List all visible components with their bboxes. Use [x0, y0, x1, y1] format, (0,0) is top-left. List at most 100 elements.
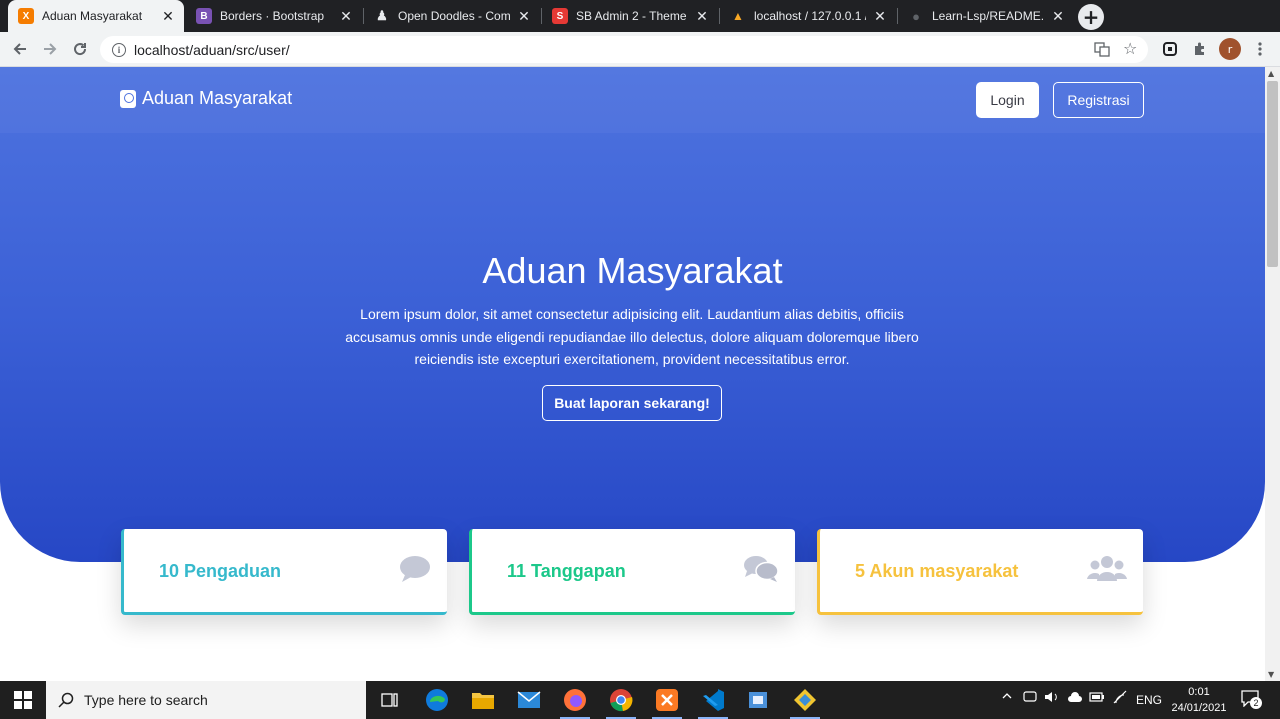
search-placeholder: Type here to search — [84, 692, 208, 708]
wifi-icon[interactable] — [1112, 690, 1128, 707]
login-button[interactable]: Login — [976, 82, 1039, 118]
comments-icon — [743, 555, 779, 587]
site-info-icon[interactable]: i — [112, 42, 126, 57]
scroll-down-icon[interactable]: ▼ — [1268, 670, 1274, 679]
snipping-icon — [749, 692, 767, 708]
hero-title: Aduan Masyarakat — [482, 250, 783, 291]
chrome-icon — [610, 689, 633, 712]
create-report-button[interactable]: Buat laporan sekarang! — [542, 385, 722, 421]
navbar: Aduan Masyarakat Login Registrasi — [0, 67, 1265, 133]
mail-app[interactable] — [514, 686, 544, 714]
edge-app[interactable] — [422, 686, 452, 714]
tab-github-readme[interactable]: ● Learn-Lsp/README.md ✕ — [898, 0, 1074, 32]
snipping-tool-app[interactable] — [744, 686, 774, 714]
new-tab-button[interactable]: + — [1078, 4, 1104, 30]
windows-taskbar: Type here to search ENG 0:01 24/01/2021 … — [0, 681, 1280, 719]
stat-card-label: 11 Tanggapan — [507, 561, 626, 581]
stat-card-tanggapan: 11 Tanggapan — [469, 529, 795, 615]
kebab-menu-icon — [1258, 42, 1262, 56]
xampp-app[interactable] — [652, 686, 682, 719]
system-clock[interactable]: 0:01 24/01/2021 — [1168, 684, 1230, 716]
meet-now-icon[interactable] — [1023, 690, 1037, 707]
extension-button[interactable] — [1158, 38, 1182, 60]
doodle-favicon-icon: ♟ — [376, 8, 388, 23]
clock-time: 0:01 — [1188, 686, 1210, 698]
tab-title: SB Admin 2 - Theme Pr — [576, 9, 688, 23]
git-app[interactable] — [790, 686, 820, 719]
chrome-app[interactable] — [606, 686, 636, 719]
scroll-up-icon[interactable]: ▲ — [1268, 69, 1274, 78]
tab-title: localhost / 127.0.0.1 / la — [754, 9, 866, 23]
stat-card-label: 10 Pengaduan — [159, 561, 282, 581]
windows-logo-icon — [14, 691, 32, 709]
chevron-up-icon[interactable] — [1001, 690, 1013, 705]
tab-phpmyadmin[interactable]: ▲ localhost / 127.0.0.1 / la ✕ — [720, 0, 896, 32]
back-button[interactable] — [8, 38, 32, 60]
book-icon — [120, 89, 136, 108]
volume-icon[interactable] — [1044, 690, 1060, 707]
bookmark-star-icon[interactable]: ☆ — [1123, 39, 1137, 58]
brand-text: Aduan Masyarakat — [142, 88, 293, 108]
arrow-right-icon — [44, 43, 57, 55]
scrollbar-thumb[interactable] — [1267, 81, 1278, 267]
folder-icon — [472, 693, 494, 709]
clock-date: 24/01/2021 — [1171, 702, 1227, 714]
close-tab-icon[interactable]: ✕ — [160, 8, 176, 25]
task-view-button[interactable] — [375, 686, 405, 714]
tab-title: Aduan Masyarakat — [42, 9, 143, 23]
profile-avatar[interactable]: r — [1219, 38, 1241, 60]
firefox-icon — [564, 689, 586, 711]
browser-toolbar: i localhost/aduan/src/user/ ☆ r — [0, 32, 1280, 67]
vscode-app[interactable] — [698, 686, 728, 719]
close-tab-icon[interactable]: ✕ — [338, 8, 354, 25]
stat-card-pengaduan: 10 Pengaduan — [121, 529, 447, 615]
browser-menu-button[interactable] — [1248, 38, 1272, 60]
reload-button[interactable] — [68, 38, 92, 60]
taskbar-search-box[interactable]: Type here to search — [46, 681, 366, 719]
onedrive-cloud-icon[interactable] — [1067, 691, 1083, 706]
hero-description: Lorem ipsum dolor, sit amet consectetur … — [345, 306, 919, 367]
git-diamond-icon — [794, 689, 816, 711]
close-tab-icon[interactable]: ✕ — [872, 8, 888, 25]
bootstrap-favicon-icon: B — [196, 8, 212, 24]
language-indicator[interactable]: ENG — [1136, 693, 1162, 707]
battery-icon[interactable] — [1089, 691, 1105, 706]
address-bar[interactable]: i localhost/aduan/src/user/ ☆ — [100, 36, 1148, 63]
brand-link[interactable]: Aduan Masyarakat — [120, 88, 292, 109]
action-center-button[interactable]: 2 — [1240, 689, 1262, 711]
reload-icon — [74, 43, 87, 56]
start-button[interactable] — [0, 681, 46, 719]
vscode-icon — [703, 689, 724, 711]
tab-aduan-masyarakat[interactable]: X Aduan Masyarakat ✕ — [8, 0, 184, 32]
forward-button[interactable] — [38, 38, 62, 60]
xampp-icon — [656, 689, 678, 711]
register-button[interactable]: Registrasi — [1053, 82, 1144, 118]
extensions-menu-button[interactable] — [1188, 38, 1212, 60]
puzzle-icon — [1195, 42, 1204, 55]
comment-icon — [399, 555, 431, 587]
users-icon — [1087, 555, 1127, 587]
sb-admin-favicon-icon: S — [552, 8, 568, 24]
close-tab-icon[interactable]: ✕ — [694, 8, 710, 25]
stat-card-label: 5 Akun masyarakat — [855, 561, 1019, 581]
page-scrollbar[interactable]: ▲ ▼ — [1265, 67, 1280, 681]
close-tab-icon[interactable]: ✕ — [1050, 8, 1066, 25]
stat-card-akun: 5 Akun masyarakat — [817, 529, 1143, 615]
extension-ring-icon — [1163, 42, 1177, 56]
tab-sb-admin[interactable]: S SB Admin 2 - Theme Pr ✕ — [542, 0, 718, 32]
notification-badge: 2 — [1250, 697, 1262, 709]
search-icon — [58, 692, 74, 708]
translate-icon[interactable] — [1094, 41, 1110, 61]
firefox-app[interactable] — [560, 686, 590, 719]
close-tab-icon[interactable]: ✕ — [516, 8, 532, 25]
tab-bootstrap-borders[interactable]: B Borders · Bootstrap ✕ — [186, 0, 362, 32]
tab-open-doodles[interactable]: ♟ Open Doodles - Compo ✕ — [364, 0, 540, 32]
task-view-icon — [381, 693, 398, 707]
file-explorer-app[interactable] — [468, 686, 498, 714]
phpmyadmin-favicon-icon: ▲ — [732, 9, 744, 23]
tab-title: Open Doodles - Compo — [398, 9, 510, 23]
tab-title: Borders · Bootstrap — [220, 9, 325, 23]
edge-icon — [426, 689, 448, 711]
plus-icon: + — [1082, 5, 1100, 29]
mail-icon — [517, 691, 541, 708]
